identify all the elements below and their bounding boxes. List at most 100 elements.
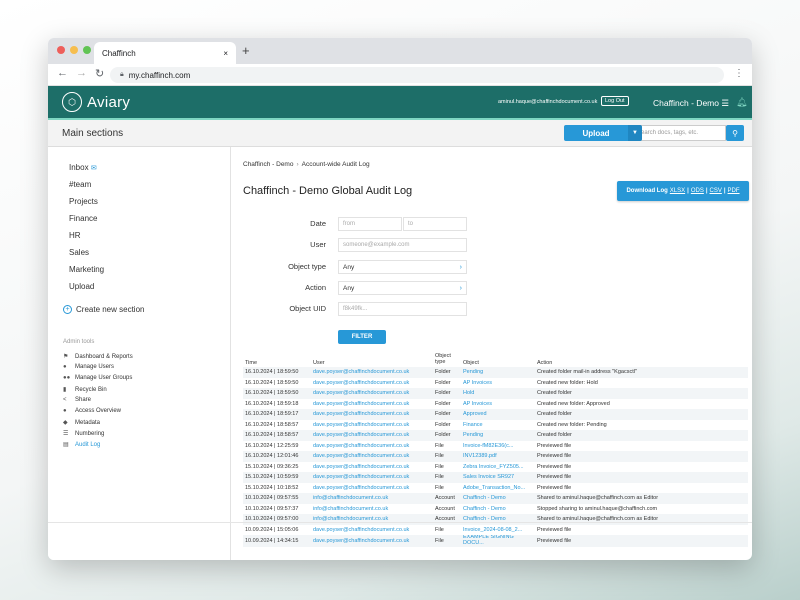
cell-object[interactable]: Chaffinch - Demo — [461, 493, 535, 504]
admin-item-access-overview[interactable]: ● Access Overview — [63, 408, 121, 414]
user-icon: ● — [63, 408, 67, 414]
admin-item-user-groups[interactable]: ●● Manage User Groups — [63, 375, 132, 381]
upload-button[interactable]: Upload — [564, 125, 628, 141]
admin-item-manage-users[interactable]: ● Manage Users — [63, 364, 114, 370]
sidebar-item-projects[interactable]: Projects — [69, 197, 98, 206]
sidebar-item-marketing[interactable]: Marketing — [69, 265, 104, 274]
cell-user[interactable]: dave.poyser@chaffinchdocument.co.uk — [311, 525, 433, 536]
cell-object[interactable]: Zebra Invoice_FYZ505... — [461, 462, 535, 473]
kebab-menu-icon[interactable]: ⋮ — [734, 68, 744, 79]
cell-object[interactable]: INV12389.pdf — [461, 451, 535, 462]
cell-user[interactable]: info@chaffinchdocument.co.uk — [311, 493, 433, 504]
cell-user[interactable]: dave.poyser@chaffinchdocument.co.uk — [311, 378, 433, 389]
sidebar-item-inbox[interactable]: Inbox ✉ — [69, 163, 97, 172]
cell-user[interactable]: dave.poyser@chaffinchdocument.co.uk — [311, 430, 433, 441]
org-switcher[interactable]: Chaffinch - Demo ☰ — [653, 98, 729, 109]
admin-item-numbering[interactable]: ☰ Numbering — [63, 430, 104, 438]
download-xlsx-link[interactable]: XLSX — [670, 188, 685, 194]
admin-item-metadata[interactable]: ◆ Metadata — [63, 419, 100, 427]
forward-arrow-icon[interactable]: → — [76, 67, 87, 79]
date-to-input[interactable]: to — [403, 217, 467, 231]
cell-user[interactable]: dave.poyser@chaffinchdocument.co.uk — [311, 420, 433, 431]
sidebar-item-sales[interactable]: Sales — [69, 248, 89, 257]
download-csv-link[interactable]: CSV — [710, 188, 722, 194]
admin-item-label: Recycle Bin — [75, 386, 107, 393]
minimize-window-button[interactable] — [70, 46, 78, 54]
cell-object[interactable]: AP Invoices — [461, 378, 535, 389]
sidebar-item-upload[interactable]: Upload — [69, 282, 94, 291]
upload-dropdown-icon[interactable]: ▼ — [628, 125, 642, 141]
cell-object[interactable]: Invoice-fM82E36(c... — [461, 441, 535, 452]
cell-action: Created new folder: Pending — [537, 421, 607, 428]
cell-object[interactable]: Pending — [461, 367, 535, 378]
cell-time: 16.10.2024 | 18:58:57 — [245, 432, 299, 439]
cell-object[interactable]: Sales Invoice SR927 — [461, 472, 535, 483]
admin-item-dashboard[interactable]: ⚑ Dashboard & Reports — [63, 353, 133, 361]
cell-action: Shared to aminul.haque@chaffinch.com as … — [537, 495, 659, 502]
maximize-window-button[interactable] — [83, 46, 91, 54]
admin-item-recycle-bin[interactable]: ▮ Recycle Bin — [63, 386, 107, 394]
create-section-button[interactable]: + Create new section — [63, 305, 144, 314]
bell-icon[interactable]: 🔔︎ — [736, 97, 747, 108]
table-row: 15.10.2024 | 09:36:25 dave.poyser@chaffin… — [243, 462, 748, 473]
sidebar-item-team[interactable]: #team — [69, 180, 91, 189]
cell-object[interactable]: Invoice_2024-08-08_2... — [461, 525, 535, 536]
admin-item-label: Manage User Groups — [75, 375, 133, 381]
action-select[interactable]: Any › — [338, 281, 467, 295]
breadcrumb-current: Account-wide Audit Log — [301, 161, 370, 168]
cell-user[interactable]: dave.poyser@chaffinchdocument.co.uk — [311, 367, 433, 378]
cell-time: 16.10.2024 | 12:01:46 — [245, 453, 299, 460]
date-from-input[interactable]: from — [338, 217, 402, 231]
cell-action: Created folder — [537, 432, 572, 439]
app-logo[interactable]: ⬡ Aviary — [62, 92, 130, 112]
cell-object[interactable]: EXAMPLE SIGNING DOCU... — [461, 535, 535, 547]
cell-object[interactable]: Chaffinch - Demo — [461, 504, 535, 515]
reload-icon[interactable]: ↻ — [95, 67, 104, 80]
browser-tab[interactable]: Chaffinch × — [94, 42, 236, 64]
cell-user[interactable]: dave.poyser@chaffinchdocument.co.uk — [311, 535, 433, 547]
cell-user[interactable]: info@chaffinchdocument.co.uk — [311, 504, 433, 515]
download-separator: | — [705, 188, 708, 194]
download-log-button[interactable]: Download Log XLSX | ODS | CSV | PDF — [617, 181, 749, 201]
back-arrow-icon[interactable]: ← — [57, 67, 68, 79]
cell-user[interactable]: dave.poyser@chaffinchdocument.co.uk — [311, 441, 433, 452]
cell-object[interactable]: Approved — [461, 409, 535, 420]
share-icon: < — [63, 397, 67, 403]
user-input[interactable]: someone@example.com — [338, 238, 467, 252]
user-email: aminul.haque@chaffinchdocument.co.uk — [498, 99, 598, 105]
trash-icon: ▮ — [63, 387, 67, 393]
object-uid-input[interactable]: f8k49fk... — [338, 302, 467, 316]
cell-user[interactable]: dave.poyser@chaffinchdocument.co.uk — [311, 462, 433, 473]
tab-close-icon[interactable]: × — [223, 49, 228, 58]
cell-action: Created folder mail-in address "Kgacsctl… — [537, 369, 637, 376]
download-ods-link[interactable]: ODS — [691, 188, 704, 194]
search-icon[interactable]: ⚲ — [726, 125, 744, 141]
app-header: ⬡ Aviary aminul.haque@chaffinchdocument.… — [48, 86, 752, 120]
download-pdf-link[interactable]: PDF — [728, 188, 740, 194]
search-input[interactable]: Search docs, tags, etc. — [632, 125, 726, 141]
breadcrumb-org[interactable]: Chaffinch - Demo — [243, 161, 293, 168]
admin-item-share[interactable]: < Share — [63, 397, 91, 403]
tab-bar: Chaffinch × + — [48, 38, 752, 64]
cell-user[interactable]: dave.poyser@chaffinchdocument.co.uk — [311, 388, 433, 399]
lock-icon: 🔒︎ — [120, 71, 124, 78]
logout-button[interactable]: Log Out — [601, 96, 629, 106]
object-type-select[interactable]: Any › — [338, 260, 467, 274]
cell-user[interactable]: dave.poyser@chaffinchdocument.co.uk — [311, 399, 433, 410]
sidebar-item-finance[interactable]: Finance — [69, 214, 97, 223]
cell-object[interactable]: Adobe_Transaction_No... — [461, 483, 535, 494]
filter-button[interactable]: FILTER — [338, 330, 386, 344]
close-window-button[interactable] — [57, 46, 65, 54]
admin-item-audit-log[interactable]: ▤ Audit Log — [63, 441, 100, 449]
new-tab-button[interactable]: + — [242, 43, 250, 58]
cell-user[interactable]: dave.poyser@chaffinchdocument.co.uk — [311, 472, 433, 483]
cell-user[interactable]: dave.poyser@chaffinchdocument.co.uk — [311, 451, 433, 462]
sidebar-item-hr[interactable]: HR — [69, 231, 81, 240]
cell-object[interactable]: Finance — [461, 420, 535, 431]
url-field[interactable]: 🔒︎ my.chaffinch.com — [110, 67, 724, 83]
cell-object[interactable]: AP Invoices — [461, 399, 535, 410]
cell-object[interactable]: Hold — [461, 388, 535, 399]
cell-user[interactable]: dave.poyser@chaffinchdocument.co.uk — [311, 409, 433, 420]
cell-object[interactable]: Pending — [461, 430, 535, 441]
cell-user[interactable]: dave.poyser@chaffinchdocument.co.uk — [311, 483, 433, 494]
